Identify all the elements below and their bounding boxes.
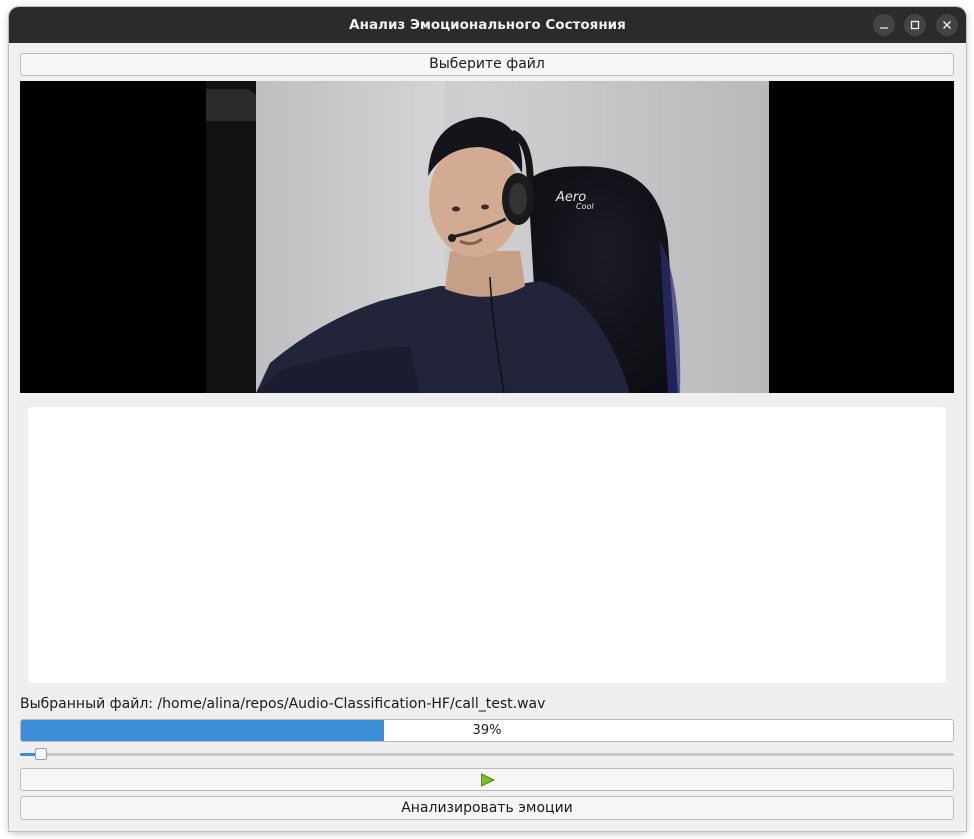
maximize-button[interactable] — [904, 14, 926, 36]
video-frame-image: Aero Cool — [206, 81, 769, 393]
choose-file-button[interactable]: Выберите файл — [20, 53, 954, 76]
minimize-button[interactable] — [873, 14, 895, 36]
progress-bar: 39% — [20, 719, 954, 742]
video-player[interactable]: Aero Cool — [20, 81, 954, 393]
minimize-icon — [880, 27, 888, 29]
play-icon — [481, 773, 496, 787]
results-panel — [28, 407, 946, 683]
title-bar[interactable]: Анализ Эмоционального Состояния — [9, 7, 966, 43]
window-title: Анализ Эмоционального Состояния — [349, 17, 626, 33]
selected-file-label: Выбранный файл: /home/alina/repos/Audio-… — [20, 696, 546, 712]
close-button[interactable] — [936, 14, 958, 36]
app-window: Анализ Эмоционального Состояния Выберите… — [9, 7, 966, 831]
progress-percent: 39% — [472, 723, 502, 738]
analyze-emotions-button[interactable]: Анализировать эмоции — [20, 796, 954, 820]
svg-text:Cool: Cool — [576, 202, 594, 211]
close-icon — [943, 21, 951, 29]
slider-track[interactable] — [20, 753, 954, 756]
playback-slider[interactable] — [20, 748, 954, 762]
play-button[interactable] — [20, 768, 954, 791]
maximize-icon — [910, 20, 920, 30]
slider-handle[interactable] — [35, 748, 47, 760]
